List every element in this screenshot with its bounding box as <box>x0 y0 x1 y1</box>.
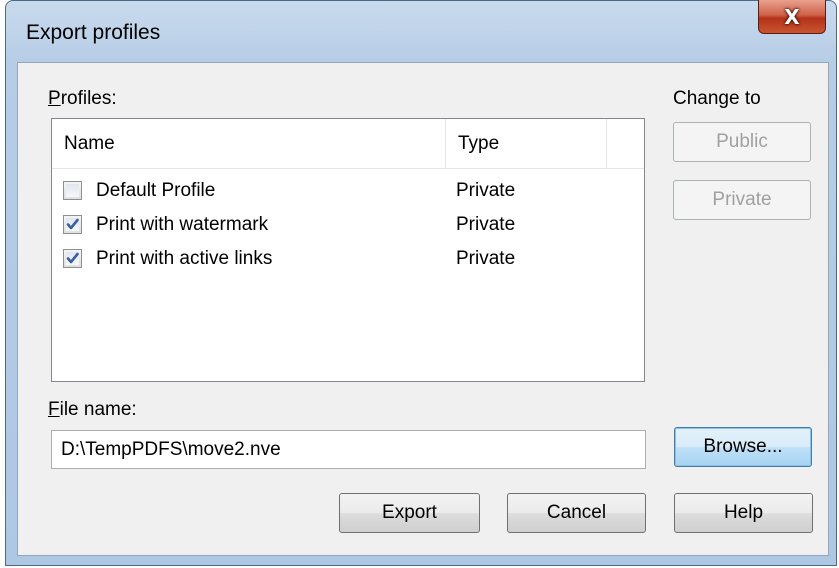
file-name-label-rest: ile name: <box>59 399 137 420</box>
list-item[interactable]: Print with watermark Private <box>52 208 644 242</box>
profile-name: Print with active links <box>96 248 273 269</box>
browse-button-label: Browse... <box>703 436 783 457</box>
profile-type: Private <box>456 214 516 235</box>
browse-button[interactable]: Browse... <box>674 427 812 467</box>
checkmark-icon <box>66 218 79 230</box>
checkbox-fill <box>66 184 79 197</box>
public-button-label: Public <box>716 131 768 152</box>
profile-type: Private <box>456 180 516 201</box>
window-title: Export profiles <box>26 21 161 44</box>
profile-name: Default Profile <box>96 180 216 201</box>
profile-checkbox[interactable] <box>63 215 82 234</box>
help-button[interactable]: Help <box>674 493 813 533</box>
file-name-label-mnemonic: F <box>48 399 60 420</box>
column-header-type[interactable]: Type <box>446 119 607 168</box>
cancel-button-label: Cancel <box>546 502 607 523</box>
list-item[interactable]: Default Profile Private <box>52 174 644 208</box>
dialog-client-area: Profiles: Name Type Default Profile Priv… <box>17 62 829 556</box>
profile-checkbox[interactable] <box>63 249 82 268</box>
column-header-name-label: Name <box>64 133 115 154</box>
cancel-button[interactable]: Cancel <box>507 493 646 533</box>
profile-name: Print with watermark <box>96 214 269 235</box>
title-bar[interactable]: Export profiles X <box>6 0 836 63</box>
list-item[interactable]: Print with active links Private <box>52 242 644 276</box>
profile-checkbox[interactable] <box>63 181 82 200</box>
export-button[interactable]: Export <box>339 493 480 533</box>
file-name-input[interactable]: D:\TempPDFS\move2.nve <box>51 430 646 469</box>
private-button[interactable]: Private <box>673 180 811 220</box>
profiles-list[interactable]: Name Type Default Profile Private Print … <box>51 118 645 382</box>
file-name-label: File name: <box>48 399 137 421</box>
change-to-label: Change to <box>673 88 761 109</box>
column-header-type-label: Type <box>458 133 500 154</box>
private-button-label: Private <box>712 189 772 210</box>
profiles-label-mnemonic: P <box>48 88 61 109</box>
export-button-label: Export <box>382 502 437 523</box>
close-icon: X <box>784 4 800 29</box>
public-button[interactable]: Public <box>673 122 811 162</box>
close-button[interactable]: X <box>758 0 826 34</box>
profile-type: Private <box>456 248 516 269</box>
help-button-label: Help <box>723 502 764 523</box>
list-header: Name Type <box>52 119 644 169</box>
checkmark-icon <box>66 252 79 264</box>
profiles-label-rest: rofiles: <box>60 88 117 109</box>
dialog-window: Export profiles X Profiles: Name Type De… <box>5 0 837 566</box>
column-header-name[interactable]: Name <box>52 119 446 168</box>
profiles-label: Profiles: <box>48 88 117 110</box>
